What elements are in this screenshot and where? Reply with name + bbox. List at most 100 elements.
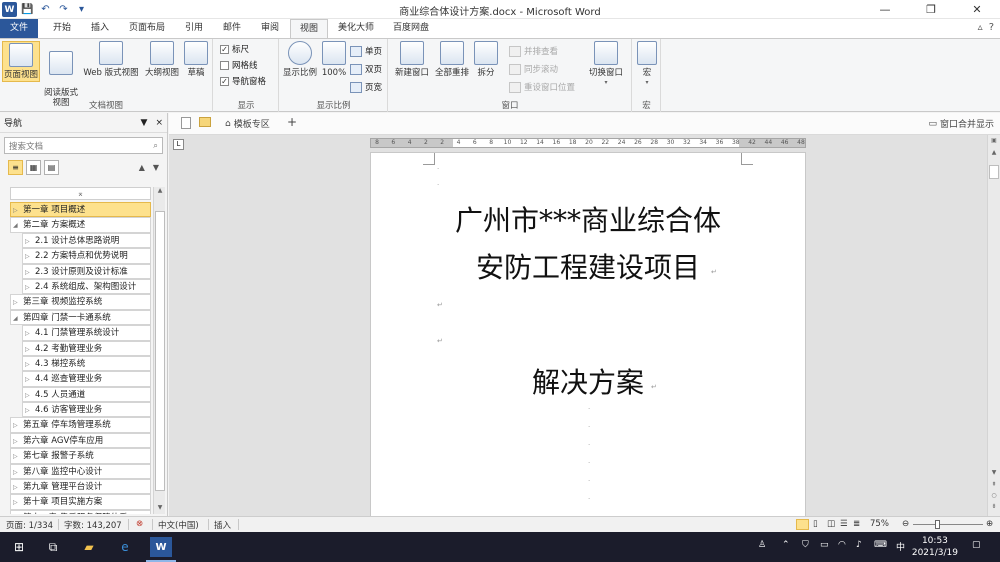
collapsed-triangle-icon[interactable]: ▷ xyxy=(25,358,35,370)
results-view-tab[interactable]: ▤ xyxy=(44,159,59,175)
file-explorer-icon[interactable]: ▰ xyxy=(78,537,100,557)
gridlines-checkbox[interactable]: 网格线 xyxy=(220,59,258,71)
nav-heading-item[interactable]: ▷第十一章 售后服务保障体系 xyxy=(10,509,151,514)
nav-heading-item[interactable]: ▷ 4.4 巡查管理业务 xyxy=(22,371,151,387)
next-heading-icon[interactable]: ▼ xyxy=(153,163,159,172)
insert-mode-indicator[interactable]: 插入 xyxy=(214,519,231,531)
tab-mailings[interactable]: 邮件 xyxy=(214,19,250,38)
nav-heading-item[interactable]: ▷ 2.2 方案特点和优势说明 xyxy=(22,248,151,264)
collapse-ribbon-icon[interactable]: ▵ xyxy=(978,22,983,33)
tab-page-layout[interactable]: 页面布局 xyxy=(122,19,172,38)
collapse-all-icon[interactable]: ⌅ xyxy=(10,187,151,200)
proofing-icon[interactable]: ⊗ xyxy=(136,519,143,529)
page-count[interactable]: 页面: 1/334 xyxy=(6,519,53,531)
collapsed-triangle-icon[interactable]: ▷ xyxy=(13,512,23,514)
template-area-tab[interactable]: ⌂ 模板专区 xyxy=(225,117,270,131)
browse-object-icon[interactable]: ○ xyxy=(988,492,1000,503)
collapsed-triangle-icon[interactable]: ▷ xyxy=(13,204,23,216)
people-icon[interactable]: ♙ xyxy=(758,540,766,550)
zoom-100-button[interactable]: 100% xyxy=(320,41,348,78)
synchronous-scrolling-button[interactable]: 同步滚动 xyxy=(509,63,558,75)
tab-references[interactable]: 引用 xyxy=(176,19,212,38)
volume-icon[interactable]: ♪ xyxy=(856,540,862,550)
headings-view-tab[interactable]: ≡ xyxy=(8,159,23,175)
nav-heading-item[interactable]: ▷ 2.1 设计总体思路说明 xyxy=(22,232,151,249)
collapsed-triangle-icon[interactable]: ▷ xyxy=(13,466,23,478)
scroll-down-icon[interactable]: ▼ xyxy=(154,504,166,514)
two-pages-button[interactable]: 双页 xyxy=(350,63,382,75)
tab-review[interactable]: 审阅 xyxy=(252,19,288,38)
collapsed-triangle-icon[interactable]: ▷ xyxy=(25,389,35,401)
horizontal-ruler[interactable]: 8 6 4 2 2 4 6 8 10 12 14 16 18 20 22 24 26 28 30 32 34 36 38 42… xyxy=(370,138,806,148)
collapsed-triangle-icon[interactable]: ▷ xyxy=(13,296,23,308)
restore-button[interactable]: ❐ xyxy=(908,0,954,19)
tab-baidu-netdisk[interactable]: 百度网盘 xyxy=(386,19,436,38)
collapsed-triangle-icon[interactable]: ▷ xyxy=(13,496,23,508)
zoom-slider[interactable] xyxy=(913,520,983,529)
collapsed-triangle-icon[interactable]: ▷ xyxy=(13,481,23,493)
tab-insert[interactable]: 插入 xyxy=(82,19,118,38)
expanded-triangle-icon[interactable]: ◢ xyxy=(13,312,23,324)
show-hidden-icons[interactable]: ⌃ xyxy=(782,540,790,550)
word-count[interactable]: 字数: 143,207 xyxy=(64,519,122,531)
tab-view[interactable]: 视图 xyxy=(290,19,328,39)
next-page-icon[interactable]: ⇟ xyxy=(988,503,1000,514)
nav-heading-item[interactable]: ▷ 第六章 AGV停车应用 xyxy=(10,432,151,449)
view-side-by-side-button[interactable]: 并排查看 xyxy=(509,45,558,57)
nav-heading-item[interactable]: ▷ 第十章 项目实施方案 xyxy=(10,494,151,510)
previous-page-icon[interactable]: ⇞ xyxy=(988,481,1000,492)
document-vertical-scrollbar[interactable]: ▣ ▲ ▼ ⇞ ○ ⇟ xyxy=(987,135,1000,516)
open-folder-tab[interactable] xyxy=(199,117,211,127)
nav-heading-item[interactable]: ▷ 2.3 设计原则及设计标准 xyxy=(22,263,151,279)
task-view-icon[interactable]: ⧉ xyxy=(42,537,64,557)
input-method-indicator[interactable]: 中 xyxy=(896,540,905,553)
zoom-out-icon[interactable]: ⊖ xyxy=(902,519,909,529)
merge-windows-button[interactable]: ▭ 窗口合并显示 xyxy=(928,117,994,131)
ruler-toggle-icon[interactable]: ▣ xyxy=(988,137,1000,148)
collapsed-triangle-icon[interactable]: ▷ xyxy=(25,235,35,247)
collapsed-triangle-icon[interactable]: ▷ xyxy=(13,419,23,431)
collapsed-triangle-icon[interactable]: ▷ xyxy=(25,404,35,416)
one-page-button[interactable]: 单页 xyxy=(350,45,382,57)
minimize-button[interactable]: — xyxy=(862,0,908,19)
nav-heading-item[interactable]: ▷ 4.6 访客管理业务 xyxy=(22,402,151,418)
page-view-button[interactable]: 页面视图 xyxy=(2,41,40,82)
keyboard-icon[interactable]: ⌨ xyxy=(874,540,887,550)
zoom-in-icon[interactable]: ⊕ xyxy=(986,519,993,529)
nav-heading-item[interactable]: ▷ 2.4 系统组成、架构图设计 xyxy=(22,278,151,295)
network-icon[interactable]: ◠ xyxy=(838,540,846,550)
reset-window-position-button[interactable]: 重设窗口位置 xyxy=(509,81,575,93)
web-layout-icon[interactable]: ◫ xyxy=(827,519,835,529)
battery-icon[interactable]: ▭ xyxy=(820,540,829,550)
document-scroll-thumb[interactable] xyxy=(989,165,999,179)
internet-explorer-icon[interactable]: e xyxy=(114,537,136,557)
print-layout-view-icon[interactable] xyxy=(796,519,809,530)
word-taskbar-icon[interactable]: W xyxy=(150,537,172,557)
ruler-checkbox[interactable]: ✓ 标尺 xyxy=(220,43,249,55)
collapsed-triangle-icon[interactable]: ▷ xyxy=(25,281,35,293)
search-document-input[interactable]: 搜索文档 ⌕ xyxy=(4,137,163,154)
tab-selector-icon[interactable]: L xyxy=(173,139,184,150)
scroll-down-icon[interactable]: ▼ xyxy=(988,469,1000,480)
scroll-up-icon[interactable]: ▲ xyxy=(988,149,1000,160)
nav-heading-item[interactable]: ▷ 第七章 报警子系统 xyxy=(10,448,151,464)
web-layout-button[interactable]: Web 版式视图 xyxy=(81,41,141,78)
security-icon[interactable]: ⛉ xyxy=(802,540,809,550)
help-icon[interactable]: ? xyxy=(989,22,994,33)
nav-heading-item[interactable]: ▷ 第九章 管理平台设计 xyxy=(10,479,151,495)
navigation-scroll-thumb[interactable] xyxy=(155,211,165,491)
nav-heading-item[interactable]: ▷ 4.2 考勤管理业务 xyxy=(22,340,151,356)
nav-heading-item[interactable]: ▷ 第一章 项目概述 xyxy=(10,202,151,218)
draft-view-button[interactable]: 草稿 xyxy=(182,41,210,78)
previous-heading-icon[interactable]: ▲ xyxy=(139,163,145,172)
collapsed-triangle-icon[interactable]: ▷ xyxy=(25,373,35,385)
close-button[interactable]: ✕ xyxy=(954,0,1000,19)
start-icon[interactable]: ⊞ xyxy=(8,537,30,557)
split-button[interactable]: 拆分 xyxy=(473,41,499,78)
notification-icon[interactable]: ▢ xyxy=(972,540,981,550)
navigation-pane-checkbox[interactable]: ✓ 导航窗格 xyxy=(220,75,266,87)
page-width-button[interactable]: 页宽 xyxy=(350,81,382,93)
nav-heading-item[interactable]: ▷ 第三章 视频监控系统 xyxy=(10,294,151,310)
new-document-tab[interactable] xyxy=(181,117,191,129)
pane-options-icon[interactable]: ▼ xyxy=(141,118,148,128)
